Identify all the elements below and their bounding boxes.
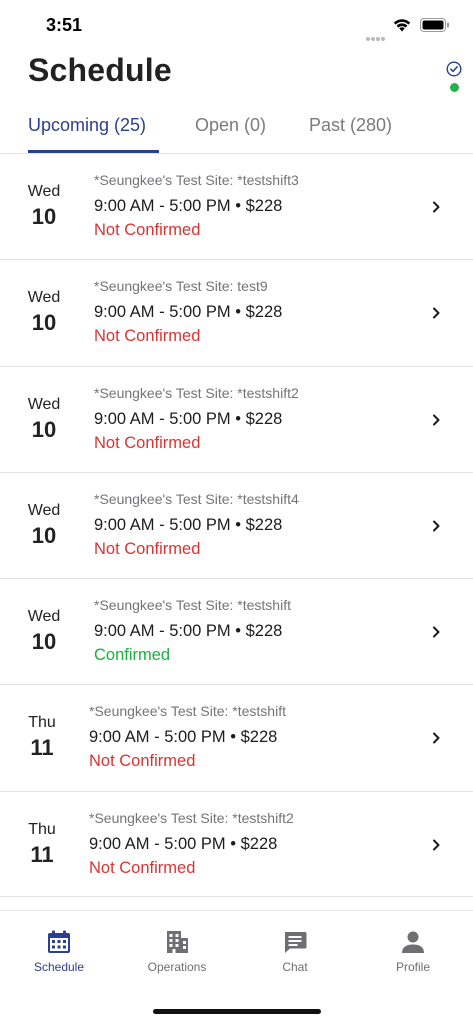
shift-date: Wed 10 [23,289,65,336]
shift-status: Not Confirmed [89,752,196,771]
shift-day-number: 11 [30,735,54,761]
cellular-signal-icon [366,28,386,46]
shift-date: Wed 10 [23,396,65,443]
shift-row[interactable]: Wed 10 *Seungkee's Test Site: test9 9:00… [0,259,473,365]
shift-site: *Seungkee's Test Site: *testshift4 [94,490,299,507]
shift-info: *Seungkee's Test Site: test9 9:00 AM - 5… [94,278,282,346]
shift-time-pay: 9:00 AM - 5:00 PM • $228 [94,622,283,641]
nav-label: Profile [395,960,430,974]
shift-list: Wed 10 *Seungkee's Test Site: *testshift… [0,153,473,898]
check-circle-icon[interactable] [446,61,462,77]
shift-row[interactable]: Thu 11 *Seungkee's Test Site: *testshift… [0,684,473,790]
shift-weekday: Wed [27,395,61,413]
nav-chat[interactable]: Chat [236,929,354,974]
shift-status: Not Confirmed [94,433,201,452]
shift-info: *Seungkee's Test Site: *testshift 9:00 A… [89,703,286,771]
shift-date: Wed 10 [23,502,65,549]
shift-day-number: 10 [31,416,57,442]
shift-weekday: Wed [27,501,61,519]
battery-icon [420,18,449,32]
shift-time-pay: 9:00 AM - 5:00 PM • $228 [94,409,283,428]
chevron-right-icon [433,626,440,638]
shift-row[interactable]: Wed 10 *Seungkee's Test Site: *testshift… [0,365,473,472]
shift-site: *Seungkee's Test Site: *testshift2 [89,809,294,826]
shift-info: *Seungkee's Test Site: *testshift4 9:00 … [94,491,299,559]
shift-time-pay: 9:00 AM - 5:00 PM • $228 [89,834,278,853]
shift-info: *Seungkee's Test Site: *testshift3 9:00 … [94,172,299,240]
shift-weekday: Thu [28,714,56,732]
shift-site: *Seungkee's Test Site: *testshift2 [94,384,299,401]
shift-row[interactable]: Wed 10 *Seungkee's Test Site: *testshift… [0,471,473,578]
shift-info: *Seungkee's Test Site: *testshift2 9:00 … [89,810,294,878]
tab-open[interactable]: Open (0) [195,115,266,136]
bottom-tab-bar: Schedule Operations Chat Profile [0,910,473,1024]
wifi-icon [393,19,411,32]
shift-site: *Seungkee's Test Site: test9 [94,278,268,295]
shift-row[interactable]: Wed 10 *Seungkee's Test Site: *testshift… [0,578,473,684]
chevron-right-icon [433,732,440,744]
shift-status: Not Confirmed [89,858,196,877]
online-status-dot [450,83,459,92]
shift-info: *Seungkee's Test Site: *testshift 9:00 A… [94,597,291,665]
shift-day-number: 10 [31,522,57,548]
shift-time-pay: 9:00 AM - 5:00 PM • $228 [94,197,283,215]
building-icon [167,931,188,953]
calendar-icon [48,930,70,953]
shift-row[interactable]: Wed 10 *Seungkee's Test Site: *testshift… [0,153,473,259]
nav-schedule[interactable]: Schedule [0,929,118,974]
shift-site: *Seungkee's Test Site: *testshift [89,703,286,720]
page-title: Schedule [28,52,172,88]
shift-day-number: 10 [31,204,57,229]
chevron-right-icon [433,307,440,319]
shift-day-number: 11 [30,841,54,867]
shift-time-pay: 9:00 AM - 5:00 PM • $228 [94,303,283,322]
shift-status: Confirmed [94,646,171,665]
chat-icon [285,932,307,953]
shift-date: Thu 11 [21,714,63,761]
chevron-right-icon [433,839,440,851]
tab-past[interactable]: Past (280) [309,115,392,136]
shift-day-number: 10 [31,629,57,655]
shift-time-pay: 9:00 AM - 5:00 PM • $228 [89,728,278,747]
schedule-tabs: Upcoming (25) Open (0) Past (280) [0,110,473,156]
shift-status: Not Confirmed [94,221,201,239]
shift-weekday: Thu [28,820,56,838]
shift-site: *Seungkee's Test Site: *testshift3 [94,172,299,188]
shift-weekday: Wed [27,608,61,626]
shift-time-pay: 9:00 AM - 5:00 PM • $228 [94,515,283,534]
person-icon [402,931,424,953]
shift-weekday: Wed [27,289,61,307]
nav-profile[interactable]: Profile [354,929,472,974]
shift-row[interactable]: Thu 11 *Seungkee's Test Site: *testshift… [0,790,473,898]
shift-weekday: Wed [27,183,61,200]
shift-date: Wed 10 [23,608,65,655]
nav-label: Chat [282,960,308,974]
shift-status: Not Confirmed [94,327,201,346]
tab-upcoming[interactable]: Upcoming (25) [28,115,146,136]
nav-operations[interactable]: Operations [118,929,236,974]
shift-site: *Seungkee's Test Site: *testshift [94,597,291,614]
home-indicator [153,1009,321,1014]
shift-day-number: 10 [31,310,57,336]
shift-info: *Seungkee's Test Site: *testshift2 9:00 … [94,385,299,453]
chevron-right-icon [433,520,440,532]
status-bar: 3:51 [0,0,473,50]
nav-label: Operations [147,960,207,974]
chevron-right-icon [433,201,440,213]
nav-label: Schedule [33,960,85,974]
chevron-right-icon [433,414,440,426]
shift-status: Not Confirmed [94,539,201,558]
shift-date: Thu 11 [21,821,63,868]
status-time: 3:51 [46,15,83,35]
shift-date: Wed 10 [23,183,65,230]
